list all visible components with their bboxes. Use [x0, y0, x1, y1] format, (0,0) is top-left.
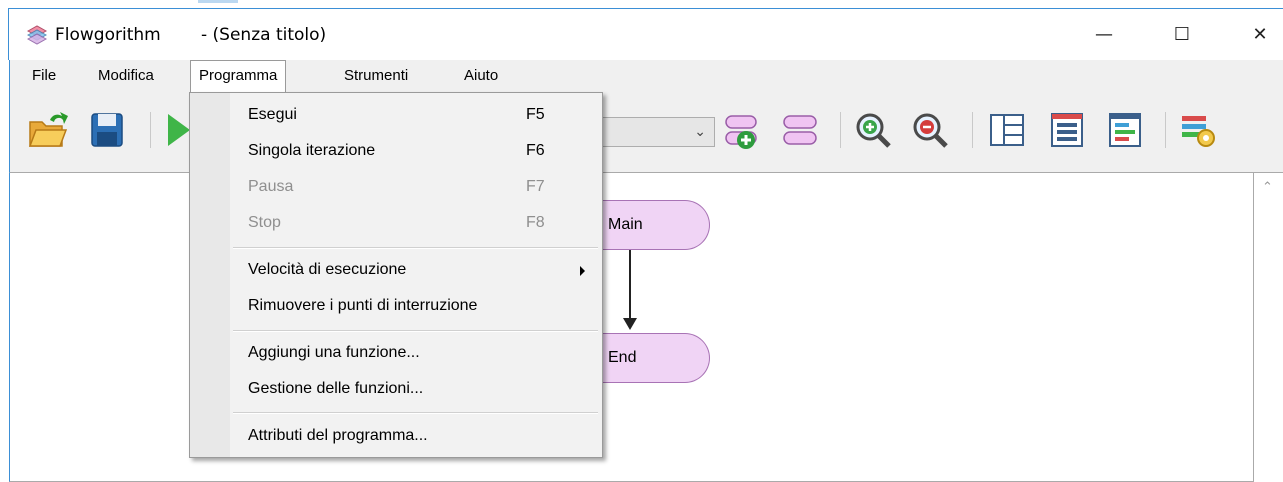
menu-separator	[233, 412, 598, 414]
open-folder-icon[interactable]	[26, 110, 68, 150]
menu-item-label: Pausa	[248, 178, 294, 195]
maximize-icon: ☐	[1173, 23, 1191, 45]
menu-item-label: Velocità di esecuzione	[248, 261, 407, 278]
end-node[interactable]: End	[600, 333, 710, 383]
menu-item-esegui[interactable]: Esegui F5	[230, 98, 600, 134]
menu-aiuto[interactable]: Aiuto	[456, 60, 506, 92]
close-button[interactable]: ✕	[1237, 17, 1283, 51]
menu-bar: File Modifica Programma Strumenti Aiuto	[9, 60, 1283, 93]
menu-separator	[233, 330, 598, 332]
menu-item-label: Attributi del programma...	[248, 427, 428, 444]
layout-icon[interactable]	[986, 110, 1028, 150]
add-function-icon[interactable]	[722, 110, 764, 150]
menu-strumenti[interactable]: Strumenti	[336, 60, 416, 92]
save-icon[interactable]	[86, 110, 128, 150]
menu-item-label: Aggiungi una funzione...	[248, 344, 420, 361]
menu-file[interactable]: File	[24, 60, 64, 92]
close-icon: ✕	[1252, 23, 1268, 45]
window-top-edge	[0, 0, 1283, 8]
menu-item-label: Esegui	[248, 106, 297, 123]
menu-separator	[233, 247, 598, 249]
menu-item-label: Rimuovere i punti di interruzione	[248, 297, 478, 314]
speed-combobox[interactable]: ⌄	[600, 117, 715, 147]
main-node[interactable]: Main	[600, 200, 710, 250]
chevron-down-icon: ⌄	[694, 123, 706, 139]
programma-dropdown-menu: Esegui F5 Singola iterazione F6 Pausa F7…	[189, 92, 603, 458]
functions-icon[interactable]	[780, 110, 822, 150]
menu-item-singola-iterazione[interactable]: Singola iterazione F6	[230, 134, 600, 170]
menu-gutter	[190, 93, 230, 457]
settings-icon[interactable]	[1178, 110, 1220, 150]
menu-item-shortcut: F6	[526, 142, 545, 159]
menu-item-shortcut: F5	[526, 106, 545, 123]
menu-item-pausa: Pausa F7	[230, 170, 600, 206]
submenu-arrow-icon	[580, 266, 585, 276]
console-icon[interactable]	[1104, 110, 1146, 150]
app-title: Flowgorithm	[55, 25, 161, 45]
menu-item-attributi-programma[interactable]: Attributi del programma...	[230, 419, 600, 455]
variables-icon[interactable]	[1046, 110, 1088, 150]
menu-item-shortcut: F7	[526, 178, 545, 195]
minimize-icon: —	[1095, 23, 1113, 45]
menu-item-gestione-funzioni[interactable]: Gestione delle funzioni...	[230, 372, 600, 408]
toolbar-separator	[840, 112, 841, 148]
zoom-out-icon[interactable]	[910, 110, 952, 150]
menu-item-label: Stop	[248, 214, 281, 231]
toolbar-separator	[972, 112, 973, 148]
scroll-up-icon[interactable]: ⌃	[1262, 179, 1273, 195]
title-bar[interactable]: Flowgorithm - (Senza titolo) — ☐ ✕	[8, 8, 1283, 60]
zoom-in-icon[interactable]	[853, 110, 895, 150]
menu-item-label: Singola iterazione	[248, 142, 376, 159]
toolbar-separator	[1165, 112, 1166, 148]
menu-item-velocita-di-esecuzione[interactable]: Velocità di esecuzione	[230, 253, 600, 289]
menu-item-stop: Stop F8	[230, 206, 600, 242]
menu-modifica[interactable]: Modifica	[90, 60, 162, 92]
menu-item-shortcut: F8	[526, 214, 545, 231]
toolbar-separator	[150, 112, 151, 148]
flow-arrow	[629, 250, 631, 322]
minimize-button[interactable]: —	[1081, 17, 1127, 51]
flow-arrow-head	[623, 318, 637, 330]
document-title: - (Senza titolo)	[201, 25, 327, 45]
vertical-scrollbar[interactable]: ⌃	[1254, 172, 1283, 482]
menu-item-aggiungi-funzione[interactable]: Aggiungi una funzione...	[230, 336, 600, 372]
maximize-button[interactable]: ☐	[1159, 17, 1205, 51]
menu-item-rimuovere-punti-interruzione[interactable]: Rimuovere i punti di interruzione	[230, 289, 600, 325]
menu-programma[interactable]: Programma	[190, 60, 287, 93]
menu-item-label: Gestione delle funzioni...	[248, 380, 424, 397]
flowgorithm-logo-icon	[26, 25, 48, 45]
